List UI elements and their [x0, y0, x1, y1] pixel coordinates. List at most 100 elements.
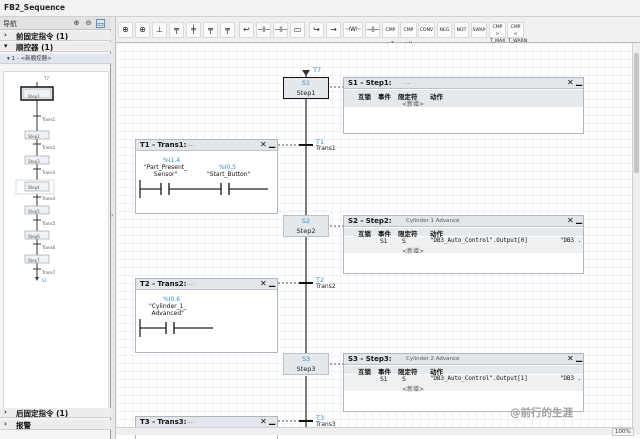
- instruction-toolbar: ⊕ ⊕ ⊥ ╤ ╪ ╤ ╤ ↩ ⊣⊢ ⊣⊢ ▭ ↪ → ⊣W⊢ ⊣⊢ CMP >…: [116, 17, 640, 47]
- tree-sequencer[interactable]: ▾ 顺控器 (1): [0, 42, 111, 52]
- ladder-network: [139, 319, 213, 337]
- minimize-icon[interactable]: ▁: [576, 215, 582, 224]
- overview-step-label: Step7: [28, 258, 40, 263]
- zoom-out-icon[interactable]: ⊖: [84, 19, 93, 28]
- tree-alarms[interactable]: › 报警: [0, 420, 111, 430]
- step-s2[interactable]: S2 Step2: [283, 215, 329, 237]
- cmp-u-button[interactable]: CMP >U: [400, 22, 417, 47]
- overview-trans-label: Trans3: [42, 170, 56, 175]
- cmp-contact-button[interactable]: ⊣⊢: [365, 22, 380, 38]
- jump-target-label: T7: [313, 66, 322, 74]
- tree-pre-permanent[interactable]: › 前固定指令 (1): [0, 31, 111, 41]
- sequence-overview[interactable]: T7 Step1 Step2 Step3 Step4 Step5 Step6 S…: [3, 71, 109, 417]
- close-icon[interactable]: ✕: [567, 78, 574, 87]
- minimize-icon[interactable]: ▁: [576, 353, 582, 362]
- action-qualifier: S: [402, 238, 406, 245]
- navigation-title: 导航: [3, 20, 17, 28]
- transition-t2-name: Trans2: [316, 283, 336, 290]
- overview-graphic: [15, 82, 55, 281]
- action-expression[interactable]: "DB3_Auto_Control".Output[1]: [430, 376, 528, 382]
- transition-panel-t1[interactable]: T1 - Trans1: .... ✕ ▁ %I1.4 "Part_Presen…: [135, 139, 278, 214]
- editor-tab-title[interactable]: FB2_Sequence: [4, 3, 65, 12]
- step-panel-s1[interactable]: S1 - Step1: .... ✕ ▁ 互锁 事件 限定符 动作 <新增>: [343, 77, 584, 134]
- sim-branch-button[interactable]: ╤: [203, 22, 218, 38]
- step-s3[interactable]: S3 Step3: [283, 353, 329, 375]
- nc-contact-button[interactable]: ⊣⊢: [273, 22, 288, 38]
- vertical-scroll-thumb[interactable]: [634, 53, 639, 173]
- minimize-icon[interactable]: ▁: [269, 416, 275, 425]
- insert-transition-button[interactable]: ⊕: [135, 22, 150, 38]
- neg-button[interactable]: NEG: [437, 22, 452, 38]
- overview-jump-arrow: [35, 277, 39, 281]
- action-value[interactable]: "DB3 .: [560, 238, 581, 244]
- action-event: S1: [380, 376, 388, 383]
- close-icon[interactable]: ✕: [567, 216, 574, 225]
- box-button[interactable]: ▭: [290, 22, 305, 38]
- overview-init-label: T7: [44, 76, 49, 81]
- close-branch-line-button[interactable]: →: [326, 22, 341, 38]
- overview-trans-label: Trans5: [42, 221, 56, 226]
- insert-step-trans-button[interactable]: ⊥: [152, 22, 167, 38]
- alt-branch-button[interactable]: ╪: [186, 22, 201, 38]
- add-new-row[interactable]: <新增>: [402, 99, 424, 108]
- overview-trans-label: Trans2: [42, 145, 56, 150]
- step-panel-header: S2 - Step2: Cylinder 1 Advance ✕ ▁: [344, 215, 583, 227]
- close-icon[interactable]: ✕: [260, 417, 267, 426]
- collapse-arrow-icon[interactable]: ›: [111, 212, 113, 219]
- cmp-twarn-button[interactable]: CMP < T_WARN: [507, 22, 527, 44]
- cmp-t-button[interactable]: CMP >T: [382, 22, 399, 47]
- overview-step-label: Step6: [28, 234, 40, 239]
- sfc-editor-canvas[interactable]: T7 S1 Step1 T1 Trans1 S2 Step2 T2 Trans2…: [116, 43, 632, 439]
- overview-jump-label: S1: [42, 278, 48, 283]
- add-new-row[interactable]: <新增>: [402, 384, 424, 393]
- zoom-in-icon[interactable]: ⊕: [72, 19, 81, 28]
- tia-portal-window: FB2_Sequence 导航 ⊕ ⊖ ▭ › 前固定指令 (1) ▾ 顺控器 …: [0, 0, 640, 439]
- transition-t1-name: Trans1: [316, 145, 336, 152]
- add-new-row[interactable]: <新增>: [402, 246, 424, 255]
- insert-trans-step-button[interactable]: ╤: [169, 22, 184, 38]
- navigation-pane: 导航 ⊕ ⊖ ▭ › 前固定指令 (1) ▾ 顺控器 (1) ▾ 1 - <新顺…: [0, 17, 111, 439]
- overview-step-label: Step2: [28, 134, 40, 139]
- overview-trans-label: Trans7: [42, 270, 56, 275]
- zoom-level[interactable]: 100%: [612, 428, 634, 436]
- conv-button[interactable]: CONV: [418, 22, 435, 38]
- col-event: 事件: [378, 93, 391, 101]
- cmp-w-button[interactable]: ⊣W⊢: [343, 22, 363, 38]
- overview-trans-label: Trans1: [42, 117, 56, 122]
- chevron-right-icon: ›: [4, 31, 7, 39]
- horizontal-scrollbar[interactable]: [116, 427, 632, 435]
- overview-step-label: Step4: [28, 185, 40, 190]
- open-branch-button[interactable]: ↪: [309, 22, 324, 38]
- not-button[interactable]: NOT: [454, 22, 469, 38]
- insert-step-button[interactable]: ⊕: [118, 22, 133, 38]
- overview-step-label: Step3: [28, 159, 40, 164]
- transition-panel-t2[interactable]: T2 - Trans2: .... ✕ ▁ %I0.6 "Cylinder_1_…: [135, 278, 278, 353]
- vertical-scrollbar[interactable]: [632, 43, 640, 435]
- action-event: S1: [380, 238, 388, 245]
- no-contact-button[interactable]: ⊣⊢: [256, 22, 271, 38]
- overview-step-label: Step5: [28, 209, 40, 214]
- tree-sequencer-item[interactable]: ▾ 1 - <新顺控器>: [0, 54, 111, 64]
- action-value[interactable]: "DB3 .: [560, 376, 581, 382]
- jump-button[interactable]: ↩: [239, 22, 254, 38]
- action-expression[interactable]: "DB3_Auto_Control".Output[0]: [430, 238, 528, 244]
- chevron-right-icon: ›: [4, 420, 7, 428]
- action-qualifier: S: [402, 376, 406, 383]
- step-panel-s3[interactable]: S3 - Step3: Cylinder 2 Advance ✕ ▁ 互锁 事件…: [343, 353, 584, 412]
- tree-post-permanent[interactable]: › 后固定指令 (1): [0, 408, 111, 418]
- step-s1[interactable]: S1 Step1: [283, 77, 329, 99]
- swap-button[interactable]: SWAP: [471, 22, 487, 38]
- cmp-tmax-button[interactable]: CMP > T_MAX: [489, 22, 506, 44]
- overview-trans-label: Trans6: [42, 245, 56, 250]
- chevron-right-icon: ›: [4, 408, 7, 416]
- step-panel-s2[interactable]: S2 - Step2: Cylinder 1 Advance ✕ ▁ 互锁 事件…: [343, 215, 584, 274]
- minimize-icon[interactable]: ▁: [576, 77, 582, 86]
- watermark: @前行的生涯: [510, 407, 573, 419]
- navigation-header: 导航 ⊕ ⊖ ▭: [0, 17, 111, 30]
- overview-step-label: Step1: [28, 94, 40, 99]
- col-action: 动作: [430, 93, 443, 101]
- close-branch-button[interactable]: ╤: [220, 22, 235, 38]
- step-panel-header: S3 - Step3: Cylinder 2 Advance ✕ ▁: [344, 353, 583, 365]
- fit-view-icon[interactable]: ▭: [96, 19, 105, 28]
- close-icon[interactable]: ✕: [567, 354, 574, 363]
